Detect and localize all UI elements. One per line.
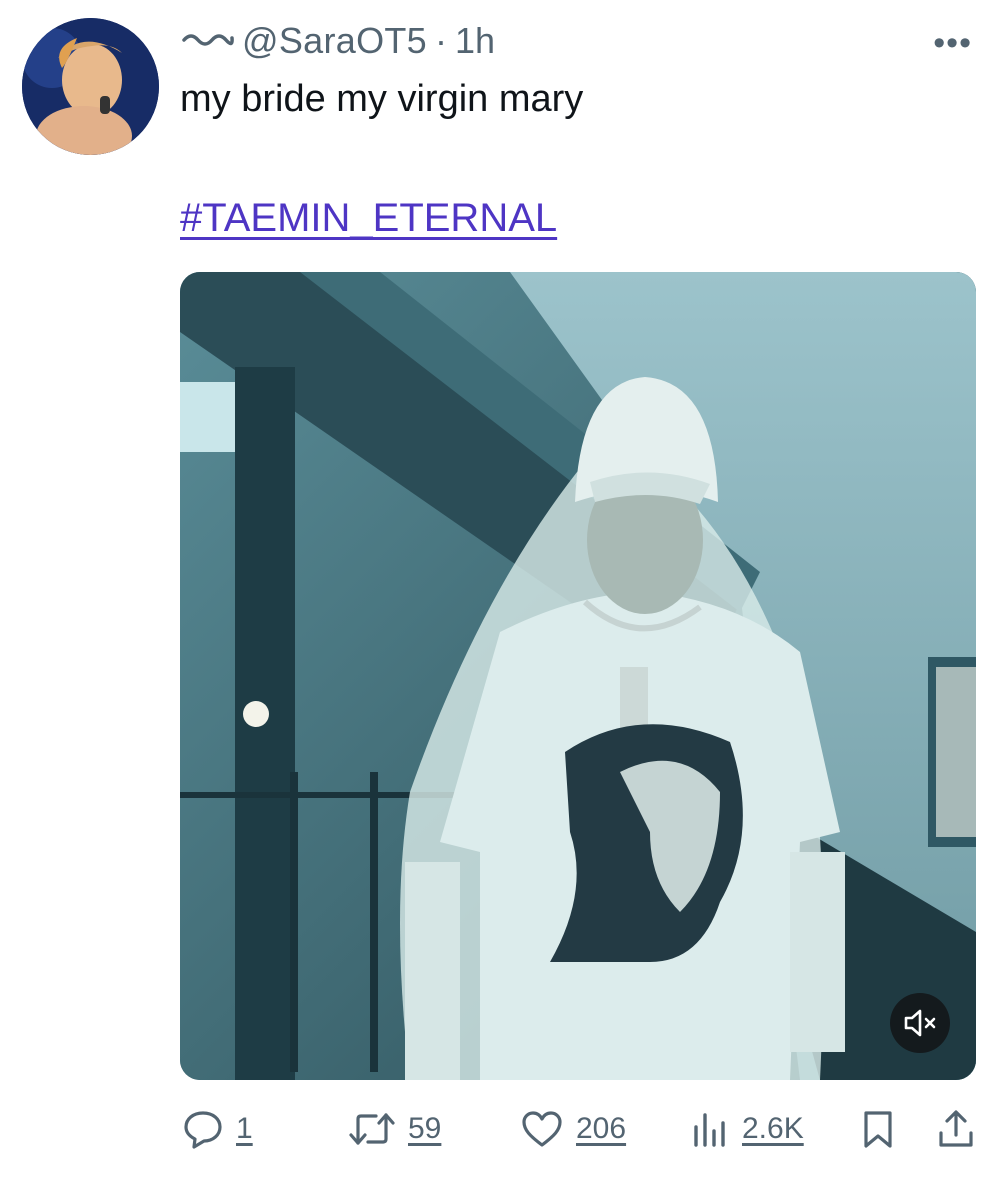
reply-count[interactable]: 1 (236, 1112, 253, 1146)
mute-icon (904, 1009, 936, 1037)
separator: · (435, 20, 448, 61)
like-button[interactable]: 206 (520, 1106, 626, 1152)
share-icon (939, 1110, 973, 1147)
tweet-video[interactable] (180, 272, 976, 1080)
action-bar: 1 59 206 2.6K (180, 1106, 980, 1152)
mute-button[interactable] (890, 993, 950, 1053)
views-icon (694, 1113, 725, 1147)
reply-button[interactable]: 1 (182, 1106, 253, 1152)
video-frame (180, 272, 976, 1080)
wave-icon (182, 34, 234, 46)
tweet-header: @SaraOT5 · 1h ••• (180, 18, 980, 64)
tweet-text: my bride my virgin mary (180, 78, 584, 120)
reply-icon (184, 1111, 222, 1149)
avatar-image (22, 18, 159, 155)
views-count[interactable]: 2.6K (742, 1112, 804, 1146)
repost-icon (349, 1113, 395, 1145)
bookmark-icon (864, 1111, 892, 1148)
repost-count[interactable]: 59 (408, 1112, 441, 1146)
repost-button[interactable]: 59 (348, 1106, 441, 1152)
share-button[interactable] (936, 1106, 976, 1152)
timestamp[interactable]: 1h (455, 20, 495, 62)
bookmark-button[interactable] (860, 1106, 896, 1152)
hashtag-link[interactable]: #TAEMIN_ETERNAL (180, 196, 557, 241)
more-icon[interactable]: ••• (933, 24, 972, 63)
user-handle[interactable]: @SaraOT5 (242, 20, 427, 62)
like-icon (522, 1111, 562, 1147)
like-count[interactable]: 206 (576, 1112, 626, 1146)
views-button[interactable]: 2.6K (690, 1106, 804, 1152)
avatar[interactable] (22, 18, 159, 155)
